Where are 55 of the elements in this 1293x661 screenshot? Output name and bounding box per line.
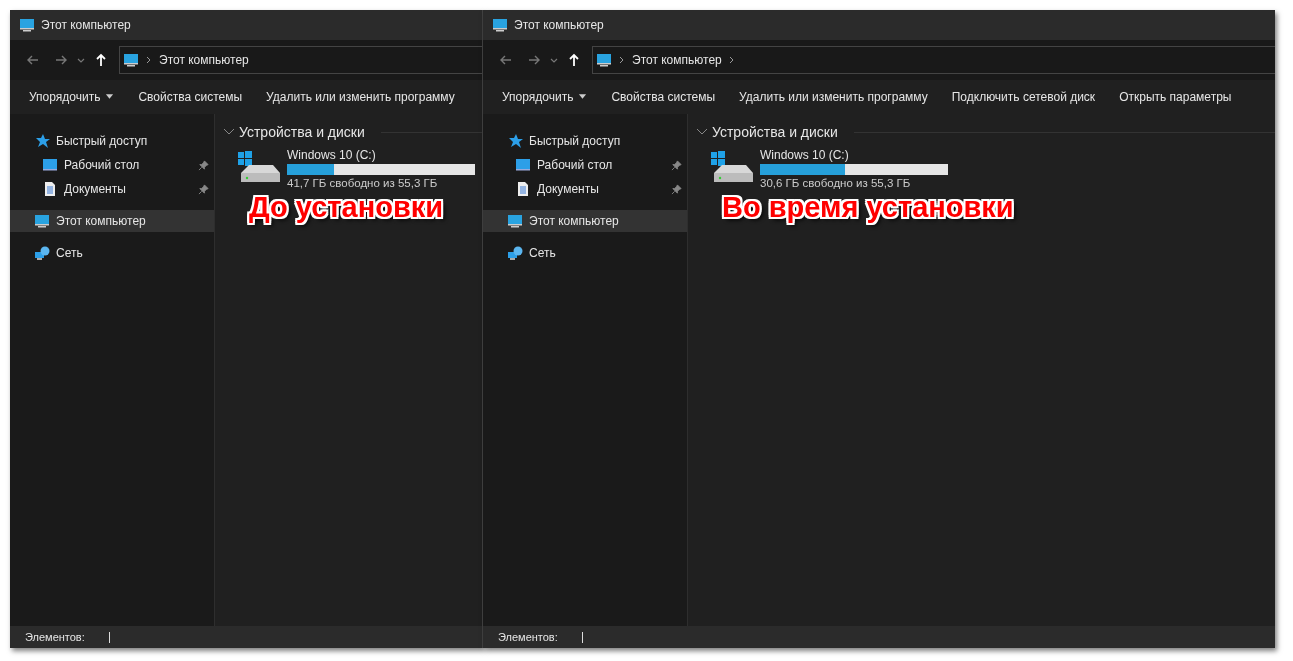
chevron-icon <box>145 55 153 65</box>
toolbar-button[interactable]: Открыть параметры <box>1110 84 1241 110</box>
sidebar-item[interactable]: Сеть <box>10 242 214 264</box>
drive-tile[interactable]: Windows 10 (C:) 30,6 ГБ свободно из 55,3 ГБ <box>710 148 948 189</box>
annotation-label: Во время установки <box>722 191 1014 224</box>
network-icon <box>507 245 523 261</box>
annotation-label: До установки <box>249 191 444 224</box>
sidebar-item[interactable]: Рабочий стол <box>10 154 214 176</box>
toolbar-button[interactable]: Упорядочить <box>20 84 124 110</box>
document-icon <box>515 181 531 197</box>
computer-icon <box>596 52 612 68</box>
toolbar-button[interactable]: Удалить или изменить программу <box>257 84 464 110</box>
collapse-chevron-icon[interactable] <box>223 128 235 136</box>
free-space-label: 30,6 ГБ свободно из 55,3 ГБ <box>760 177 912 189</box>
sidebar-item[interactable]: Быстрый доступ <box>483 130 687 152</box>
chevron-icon <box>618 55 626 65</box>
desktop-icon <box>515 157 531 173</box>
toolbar-button[interactable]: Свойства системы <box>129 84 252 110</box>
desktop-icon <box>42 157 58 173</box>
computer-icon <box>123 52 139 68</box>
sidebar-item[interactable]: Документы <box>483 178 687 200</box>
toolbar-button[interactable]: Удалить или изменить программу <box>730 84 937 110</box>
sidebar-item[interactable]: Быстрый доступ <box>10 130 214 152</box>
network-icon <box>34 245 50 261</box>
sidebar-item[interactable]: Этот компьютер <box>10 210 214 232</box>
star-icon <box>507 133 523 149</box>
computer-icon <box>34 213 50 229</box>
drive-name: Windows 10 (C:) <box>287 148 377 162</box>
drive-name: Windows 10 (C:) <box>760 148 850 162</box>
item-count-label: Элементов: <box>498 631 558 643</box>
window-title: Этот компьютер <box>514 18 604 32</box>
sidebar-item[interactable]: Рабочий стол <box>483 154 687 176</box>
window-title: Этот компьютер <box>41 18 131 32</box>
sidebar-item[interactable]: Этот компьютер <box>483 210 687 232</box>
address-location: Этот компьютер <box>632 53 722 67</box>
collapse-chevron-icon[interactable] <box>696 128 708 136</box>
sidebar-item[interactable]: Документы <box>10 178 214 200</box>
item-count-label: Элементов: <box>25 631 85 643</box>
toolbar-button[interactable]: Подключить сетевой диск <box>942 84 1105 110</box>
computer-icon <box>19 17 35 33</box>
star-icon <box>34 133 50 149</box>
drive-tile[interactable]: Windows 10 (C:) 41,7 ГБ свободно из 55,3 ГБ <box>237 148 475 189</box>
address-bar[interactable]: Этот компьютер <box>592 46 1275 74</box>
free-space-label: 41,7 ГБ свободно из 55,3 ГБ <box>287 177 439 189</box>
toolbar-button[interactable]: Упорядочить <box>493 84 597 110</box>
address-bar[interactable]: Этот компьютер <box>119 46 482 74</box>
address-location: Этот компьютер <box>159 53 249 67</box>
chevron-icon[interactable] <box>727 55 736 65</box>
toolbar-button[interactable]: Свойства системы <box>602 84 725 110</box>
computer-icon <box>492 17 508 33</box>
section-heading: Устройства и диски <box>239 124 365 140</box>
section-heading: Устройства и диски <box>712 124 838 140</box>
document-icon <box>42 181 58 197</box>
sidebar-item[interactable]: Сеть <box>483 242 687 264</box>
computer-icon <box>507 213 523 229</box>
